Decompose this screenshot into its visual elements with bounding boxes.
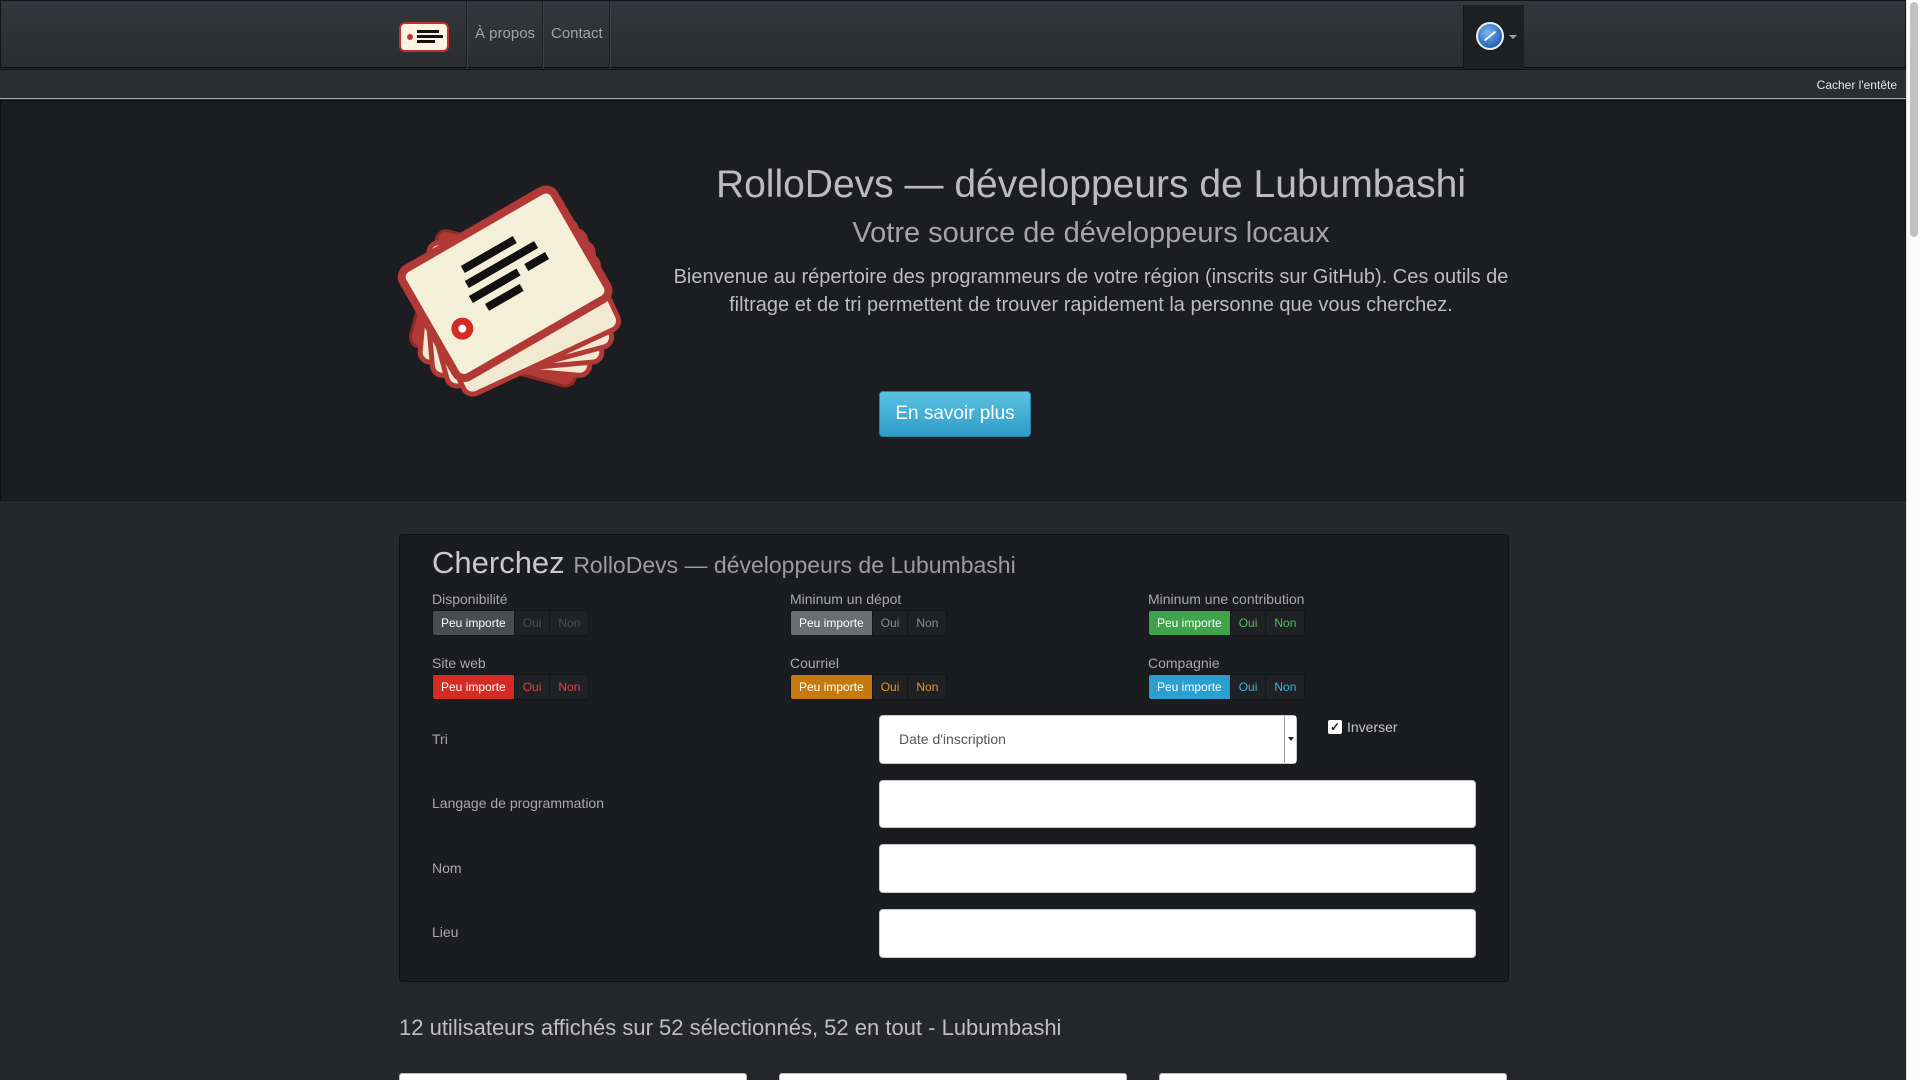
business-cards-logo-icon (397, 185, 622, 397)
filter-button-group: Peu importe Oui Non (1148, 674, 1306, 700)
invert-label: Inverser (1347, 719, 1398, 735)
filter-availability: Disponibilité Peu importe Oui Non (432, 591, 590, 636)
filter-button-group: Peu importe Oui Non (790, 610, 948, 636)
invert-checkbox[interactable]: ✓ Inverser (1328, 719, 1398, 735)
nav-link-contact[interactable]: Contact (551, 25, 603, 42)
learn-more-button[interactable]: En savoir plus (879, 391, 1031, 437)
filter-any-button[interactable]: Peu importe (432, 674, 515, 700)
chevron-down-icon (1509, 35, 1517, 39)
navbar: À propos Contact (0, 0, 1906, 69)
filter-website: Site web Peu importe Oui Non (432, 655, 590, 700)
hero-subtitle: Votre source de développeurs locaux (852, 217, 1330, 249)
filter-label: Site web (432, 655, 486, 671)
filter-no-button[interactable]: Non (550, 674, 590, 700)
filter-label: Courriel (790, 655, 840, 671)
filter-any-button[interactable]: Peu importe (790, 610, 873, 636)
name-label: Nom (432, 860, 462, 876)
filter-label: Mininum une contribution (1148, 591, 1305, 607)
sort-select[interactable]: Date d'inscription (879, 715, 1297, 764)
filter-yes-button[interactable]: Oui (872, 674, 909, 700)
filter-no-button[interactable]: Non (550, 610, 590, 636)
page-scrollbar[interactable] (1906, 0, 1920, 1080)
place-label: Lieu (432, 924, 459, 940)
filter-any-button[interactable]: Peu importe (1148, 610, 1231, 636)
filter-yes-button[interactable]: Oui (872, 610, 909, 636)
filter-any-button[interactable]: Peu importe (1148, 674, 1231, 700)
scrollbar-thumb[interactable] (1910, 2, 1918, 237)
user-card[interactable] (779, 1073, 1127, 1080)
filter-button-group: Peu importe Oui Non (432, 674, 590, 700)
sub-header-bar: Cacher l'entête (0, 69, 1906, 99)
checkmark-icon: ✓ (1328, 720, 1342, 734)
results-summary: 12 utilisateurs affichés sur 52 sélectio… (399, 1015, 1062, 1040)
sort-select-value: Date d'inscription (899, 731, 1006, 747)
language-dropdown[interactable] (1463, 5, 1524, 69)
filter-yes-button[interactable]: Oui (1230, 610, 1267, 636)
filter-button-group: Peu importe Oui Non (1148, 610, 1306, 636)
filter-company: Compagnie Peu importe Oui Non (1148, 655, 1306, 700)
language-input[interactable] (879, 780, 1476, 828)
brand-logo-icon[interactable] (399, 22, 449, 52)
nav-link-about[interactable]: À propos (475, 25, 535, 42)
hero-title: RolloDevs — développeurs de Lubumbashi (715, 163, 1467, 206)
sort-label: Tri (432, 731, 448, 747)
language-label: Langage de programmation (432, 795, 605, 811)
search-heading: Cherchez (432, 545, 565, 580)
filter-label: Mininum un dépot (790, 591, 902, 607)
place-input[interactable] (879, 909, 1476, 958)
search-heading-subtitle: RolloDevs — développeurs de Lubumbashi (573, 552, 1016, 578)
chevron-down-icon (1284, 716, 1296, 763)
filter-no-button[interactable]: Non (1266, 610, 1306, 636)
filter-min-repo: Mininum un dépot Peu importe Oui Non (790, 591, 948, 636)
search-panel: Cherchez RolloDevs — développeurs de Lub… (399, 534, 1509, 982)
filter-yes-button[interactable]: Oui (1230, 674, 1267, 700)
filter-no-button[interactable]: Non (908, 610, 948, 636)
hero-description: Bienvenue au répertoire des programmeurs… (673, 266, 1509, 316)
filter-any-button[interactable]: Peu importe (432, 610, 515, 636)
filter-no-button[interactable]: Non (908, 674, 948, 700)
filter-label: Compagnie (1148, 655, 1220, 671)
filter-button-group: Peu importe Oui Non (790, 674, 948, 700)
user-card[interactable] (399, 1073, 747, 1080)
filter-button-group: Peu importe Oui Non (432, 610, 590, 636)
filter-any-button[interactable]: Peu importe (790, 674, 873, 700)
filter-label: Disponibilité (432, 591, 508, 607)
hero-section: RolloDevs — développeurs de Lubumbashi V… (0, 100, 1906, 501)
search-title: Cherchez RolloDevs — développeurs de Lub… (432, 545, 1016, 581)
name-input[interactable] (879, 844, 1476, 893)
user-card[interactable] (1159, 1073, 1507, 1080)
filter-min-contribution: Mininum une contribution Peu importe Oui… (1148, 591, 1306, 636)
filter-email: Courriel Peu importe Oui Non (790, 655, 948, 700)
filter-no-button[interactable]: Non (1266, 674, 1306, 700)
hide-header-link[interactable]: Cacher l'entête (1817, 78, 1897, 92)
filter-yes-button[interactable]: Oui (514, 610, 551, 636)
filter-yes-button[interactable]: Oui (514, 674, 551, 700)
globe-icon (1476, 22, 1504, 50)
